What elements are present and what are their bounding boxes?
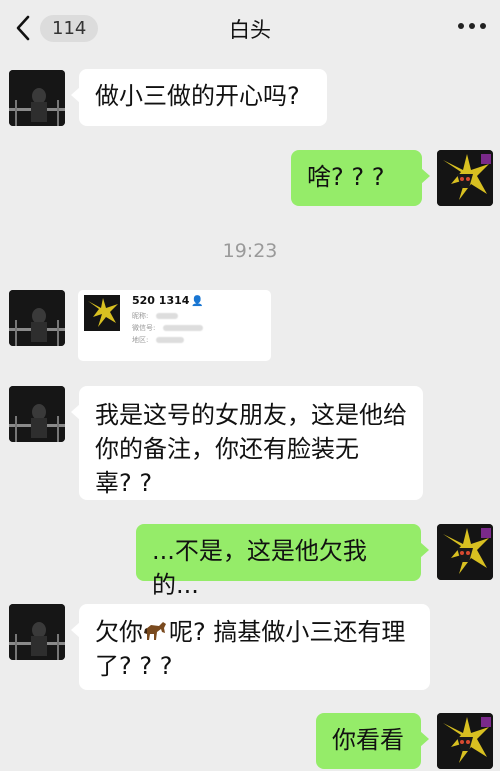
more-options-button[interactable] (458, 16, 486, 36)
message-text-line: 辜? ? (95, 469, 153, 497)
my-avatar[interactable] (437, 524, 493, 580)
horse-emoji-icon (143, 618, 169, 646)
message-text: 啥? ? ? (307, 163, 385, 191)
message-text-line: 欠你 呢? 搞基做小三还有理 (95, 618, 406, 646)
message-timestamp: 19:23 (222, 240, 278, 262)
contact-card-name: 520 1314 👤 (132, 294, 204, 307)
my-avatar[interactable] (437, 713, 493, 769)
my-avatar[interactable] (437, 150, 493, 206)
message-bubble-outgoing[interactable]: ...不是，这是他欠我的... (136, 524, 429, 599)
message-text: 你看看 (332, 726, 404, 754)
contact-card-nickname-row: 昵称: (132, 311, 179, 321)
message-bubble-incoming[interactable]: 做小三做的开心吗? (71, 69, 327, 126)
chat-header: 114 白头 (0, 0, 500, 56)
contact-card-avatar (84, 295, 120, 331)
message-text: 做小三做的开心吗? (95, 82, 300, 110)
contact-avatar[interactable] (9, 290, 65, 346)
message-bubble-incoming[interactable]: 欠你 呢? 搞基做小三还有理 了? ? ? (71, 604, 430, 690)
contact-avatar[interactable] (9, 386, 65, 442)
more-dot-icon (469, 23, 475, 29)
message-text: ...不是，这是他欠我的... (152, 537, 367, 599)
contact-avatar[interactable] (9, 604, 65, 660)
contact-card-wechat-row: 微信号: (132, 323, 204, 333)
contact-card-region-row: 地区: (132, 335, 185, 345)
contact-card-message[interactable]: 520 1314 👤 昵称: 微信号: 地区: (78, 290, 271, 361)
person-icon: 👤 (191, 296, 204, 307)
message-bubble-outgoing[interactable]: 你看看 (316, 713, 429, 769)
message-text-line: 了? ? ? (95, 652, 173, 680)
message-bubble-incoming[interactable]: 我是这号的女朋友，这是他给 你的备注，你还有脸装无 辜? ? (71, 386, 423, 500)
more-dot-icon (458, 23, 464, 29)
message-bubble-outgoing[interactable]: 啥? ? ? (291, 150, 430, 206)
chat-title: 白头 (229, 18, 271, 42)
more-dot-icon (480, 23, 486, 29)
message-text-line: 我是这号的女朋友，这是他给 (95, 401, 407, 429)
contact-avatar[interactable] (9, 70, 65, 126)
message-text-line: 你的备注，你还有脸装无 (95, 435, 359, 463)
